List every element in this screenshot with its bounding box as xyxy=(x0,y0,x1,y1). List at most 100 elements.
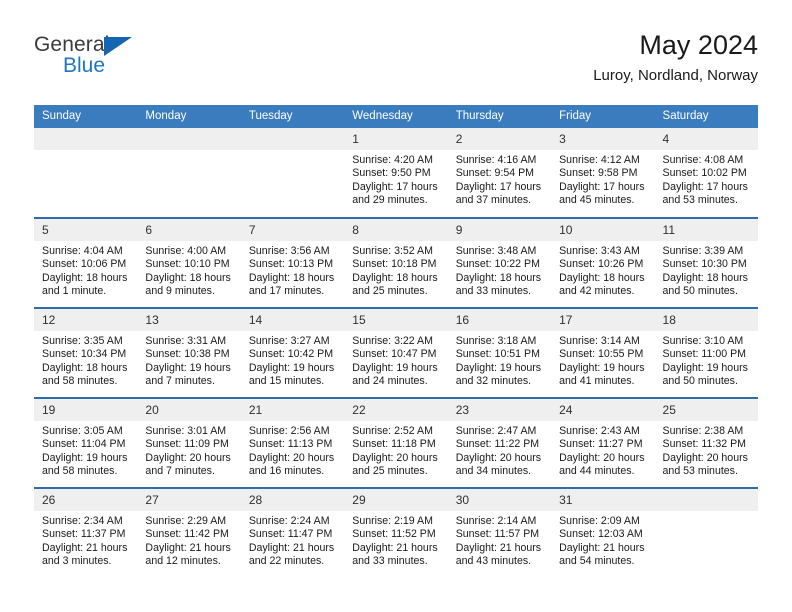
calendar-day-cell[interactable]: 8 Sunrise: 3:52 AM Sunset: 10:18 PM Dayligh… xyxy=(344,217,448,308)
weekday-wednesday: Wednesday xyxy=(344,105,448,128)
day-details: Sunrise: 4:04 AM Sunset: 10:06 PM Daylight… xyxy=(34,241,137,299)
sunrise-line: Sunrise: 3:10 AM xyxy=(662,335,744,347)
sunset-line: Sunset: 10:13 PM xyxy=(248,258,334,271)
day-details: Sunrise: 3:48 AM Sunset: 10:22 PM Daylight… xyxy=(448,241,551,299)
day-number: 10 xyxy=(551,219,655,241)
calendar-day-cell[interactable]: 5 Sunrise: 4:04 AM Sunset: 10:06 PM Dayligh… xyxy=(34,217,138,308)
sunset-line: Sunset: 11:57 PM xyxy=(455,528,540,541)
daylight-line: Daylight: 20 hours and 53 minutes. xyxy=(662,451,748,478)
title-block: May 2024 Luroy, Nordland, Norway xyxy=(593,28,758,87)
day-details: Sunrise: 3:27 AM Sunset: 10:42 PM Daylight… xyxy=(241,331,344,389)
daylight-line: Daylight: 18 hours and 33 minutes. xyxy=(455,271,542,298)
day-details: Sunrise: 3:43 AM Sunset: 10:26 PM Daylight… xyxy=(551,241,654,299)
sunset-line: Sunset: 10:47 PM xyxy=(352,348,437,361)
calendar-day-cell[interactable]: 6 Sunrise: 4:00 AM Sunset: 10:10 PM Dayligh… xyxy=(137,217,241,308)
calendar-week-row: 5 Sunrise: 4:04 AM Sunset: 10:06 PM Dayligh… xyxy=(34,217,758,308)
daylight-line: Daylight: 20 hours and 44 minutes. xyxy=(559,451,645,478)
calendar-day-cell[interactable]: 20 Sunrise: 3:01 AM Sunset: 11:09 PM Daylig… xyxy=(137,397,241,488)
calendar-day-cell[interactable]: 28 Sunrise: 2:24 AM Sunset: 11:47 PM Daylig… xyxy=(240,487,345,578)
calendar-day-cell[interactable]: 30 Sunrise: 2:14 AM Sunset: 11:57 PM Daylig… xyxy=(447,487,552,578)
calendar-day-cell[interactable]: 2 Sunrise: 4:16 AM Sunset: 9:54 PM Daylight… xyxy=(447,128,552,218)
day-number: 30 xyxy=(447,489,552,511)
calendar-day-cell[interactable]: 10 Sunrise: 3:43 AM Sunset: 10:26 PM Daylig… xyxy=(551,217,655,308)
calendar-day-cell[interactable]: 3 Sunrise: 4:12 AM Sunset: 9:58 PM Daylight… xyxy=(551,128,655,218)
weekday-saturday: Saturday xyxy=(654,105,758,128)
page-title: May 2024 xyxy=(639,30,758,60)
day-details: Sunrise: 3:10 AM Sunset: 11:00 PM Daylight… xyxy=(655,331,758,389)
calendar-day-cell[interactable]: 15 Sunrise: 3:22 AM Sunset: 10:47 PM Daylig… xyxy=(344,307,448,398)
sunrise-line: Sunrise: 2:43 AM xyxy=(559,425,640,437)
calendar-day-cell[interactable]: 4 Sunrise: 4:08 AM Sunset: 10:02 PM Dayligh… xyxy=(654,128,758,218)
day-number: 4 xyxy=(654,128,758,150)
daylight-line: Daylight: 18 hours and 50 minutes. xyxy=(662,271,748,298)
day-number: 29 xyxy=(344,489,448,511)
calendar-week-row: 1 Sunrise: 4:20 AM Sunset: 9:50 PM Daylight… xyxy=(34,128,758,218)
day-details: Sunrise: 3:31 AM Sunset: 10:38 PM Daylight… xyxy=(137,331,240,389)
calendar-day-cell[interactable]: 19 Sunrise: 3:05 AM Sunset: 11:04 PM Daylig… xyxy=(34,397,138,488)
calendar-day-cell[interactable]: 22 Sunrise: 2:52 AM Sunset: 11:18 PM Daylig… xyxy=(344,397,448,488)
calendar-day-cell[interactable]: 14 Sunrise: 3:27 AM Sunset: 10:42 PM Daylig… xyxy=(240,307,345,398)
daylight-line: Daylight: 21 hours and 43 minutes. xyxy=(455,541,542,568)
daylight-line: Daylight: 17 hours and 37 minutes. xyxy=(455,180,542,207)
day-details: Sunrise: 4:08 AM Sunset: 10:02 PM Daylight… xyxy=(655,150,758,208)
calendar-day-cell[interactable]: 23 Sunrise: 2:47 AM Sunset: 11:22 PM Daylig… xyxy=(447,397,552,488)
sunset-line: Sunset: 10:55 PM xyxy=(559,348,644,361)
calendar-day-cell[interactable]: 11 Sunrise: 3:39 AM Sunset: 10:30 PM Daylig… xyxy=(654,217,758,308)
sunset-line: Sunset: 11:52 PM xyxy=(352,528,436,541)
sunrise-line: Sunrise: 3:01 AM xyxy=(145,425,227,437)
sunrise-line: Sunrise: 2:47 AM xyxy=(455,425,537,437)
calendar-day-cell[interactable]: 18 Sunrise: 3:10 AM Sunset: 11:00 PM Daylig… xyxy=(654,307,758,398)
calendar-day-cell[interactable]: 31 Sunrise: 2:09 AM Sunset: 12:03 AM Daylig… xyxy=(551,487,655,578)
calendar-day-cell[interactable]: 9 Sunrise: 3:48 AM Sunset: 10:22 PM Dayligh… xyxy=(447,217,552,308)
daylight-line: Daylight: 20 hours and 7 minutes. xyxy=(145,451,231,478)
calendar-day-cell[interactable]: 24 Sunrise: 2:43 AM Sunset: 11:27 PM Daylig… xyxy=(551,397,655,488)
day-details: Sunrise: 3:01 AM Sunset: 11:09 PM Daylight… xyxy=(137,421,240,479)
day-number: 19 xyxy=(34,399,138,421)
calendar-day-cell[interactable]: 26 Sunrise: 2:34 AM Sunset: 11:37 PM Daylig… xyxy=(34,487,138,578)
general-blue-logo[interactable]: General Blue xyxy=(34,34,214,90)
calendar-day-cell[interactable]: 16 Sunrise: 3:18 AM Sunset: 10:51 PM Daylig… xyxy=(447,307,552,398)
day-number: 5 xyxy=(34,219,138,241)
calendar-day-cell[interactable]: 25 Sunrise: 2:38 AM Sunset: 11:32 PM Daylig… xyxy=(654,397,758,488)
day-number xyxy=(654,489,758,511)
day-details: Sunrise: 2:38 AM Sunset: 11:32 PM Daylight… xyxy=(655,421,758,479)
daylight-line: Daylight: 19 hours and 15 minutes. xyxy=(248,361,335,388)
sunrise-line: Sunrise: 3:48 AM xyxy=(455,245,537,257)
calendar-cell-empty xyxy=(137,128,241,218)
sunset-line: Sunset: 11:09 PM xyxy=(145,438,229,451)
sunrise-line: Sunrise: 2:38 AM xyxy=(662,425,744,437)
daylight-line: Daylight: 18 hours and 9 minutes. xyxy=(145,271,231,298)
calendar-day-cell[interactable]: 7 Sunrise: 3:56 AM Sunset: 10:13 PM Dayligh… xyxy=(240,217,345,308)
calendar-cell-empty xyxy=(34,128,138,218)
sunset-line: Sunset: 10:30 PM xyxy=(662,258,747,271)
day-details: Sunrise: 2:56 AM Sunset: 11:13 PM Daylight… xyxy=(241,421,344,479)
sunset-line: Sunset: 11:04 PM xyxy=(42,438,126,451)
day-number: 24 xyxy=(551,399,655,421)
calendar-day-cell[interactable]: 21 Sunrise: 2:56 AM Sunset: 11:13 PM Daylig… xyxy=(240,397,345,488)
sunrise-line: Sunrise: 4:16 AM xyxy=(455,154,537,166)
calendar-table: Sunday Monday Tuesday Wednesday Thursday… xyxy=(34,105,758,578)
sunset-line: Sunset: 10:10 PM xyxy=(145,258,230,271)
sunrise-line: Sunrise: 4:12 AM xyxy=(559,154,640,166)
sunset-line: Sunset: 10:38 PM xyxy=(145,348,230,361)
sunrise-line: Sunrise: 3:27 AM xyxy=(248,335,330,347)
day-number: 1 xyxy=(344,128,448,150)
day-details: Sunrise: 3:14 AM Sunset: 10:55 PM Daylight… xyxy=(551,331,654,389)
sunrise-line: Sunrise: 3:14 AM xyxy=(559,335,640,347)
sunrise-line: Sunrise: 3:35 AM xyxy=(42,335,123,347)
calendar-day-cell[interactable]: 29 Sunrise: 2:19 AM Sunset: 11:52 PM Daylig… xyxy=(344,487,448,578)
sunrise-line: Sunrise: 3:43 AM xyxy=(559,245,640,257)
calendar-day-cell[interactable]: 17 Sunrise: 3:14 AM Sunset: 10:55 PM Daylig… xyxy=(551,307,655,398)
sunrise-line: Sunrise: 2:24 AM xyxy=(248,515,330,527)
calendar-day-cell[interactable]: 12 Sunrise: 3:35 AM Sunset: 10:34 PM Daylig… xyxy=(34,307,138,398)
page-header: General Blue May 2024 Luroy, Nordland, N… xyxy=(34,28,758,92)
calendar-day-cell[interactable]: 13 Sunrise: 3:31 AM Sunset: 10:38 PM Daylig… xyxy=(137,307,241,398)
triangle-icon xyxy=(104,37,132,56)
calendar-day-cell[interactable]: 27 Sunrise: 2:29 AM Sunset: 11:42 PM Daylig… xyxy=(137,487,241,578)
weekday-sunday: Sunday xyxy=(34,105,138,128)
calendar-day-cell[interactable]: 1 Sunrise: 4:20 AM Sunset: 9:50 PM Daylight… xyxy=(344,128,448,218)
sunrise-line: Sunrise: 4:08 AM xyxy=(662,154,744,166)
daylight-line: Daylight: 17 hours and 53 minutes. xyxy=(662,180,748,207)
sunset-line: Sunset: 11:22 PM xyxy=(455,438,540,451)
page-subtitle: Luroy, Nordland, Norway xyxy=(593,67,758,84)
